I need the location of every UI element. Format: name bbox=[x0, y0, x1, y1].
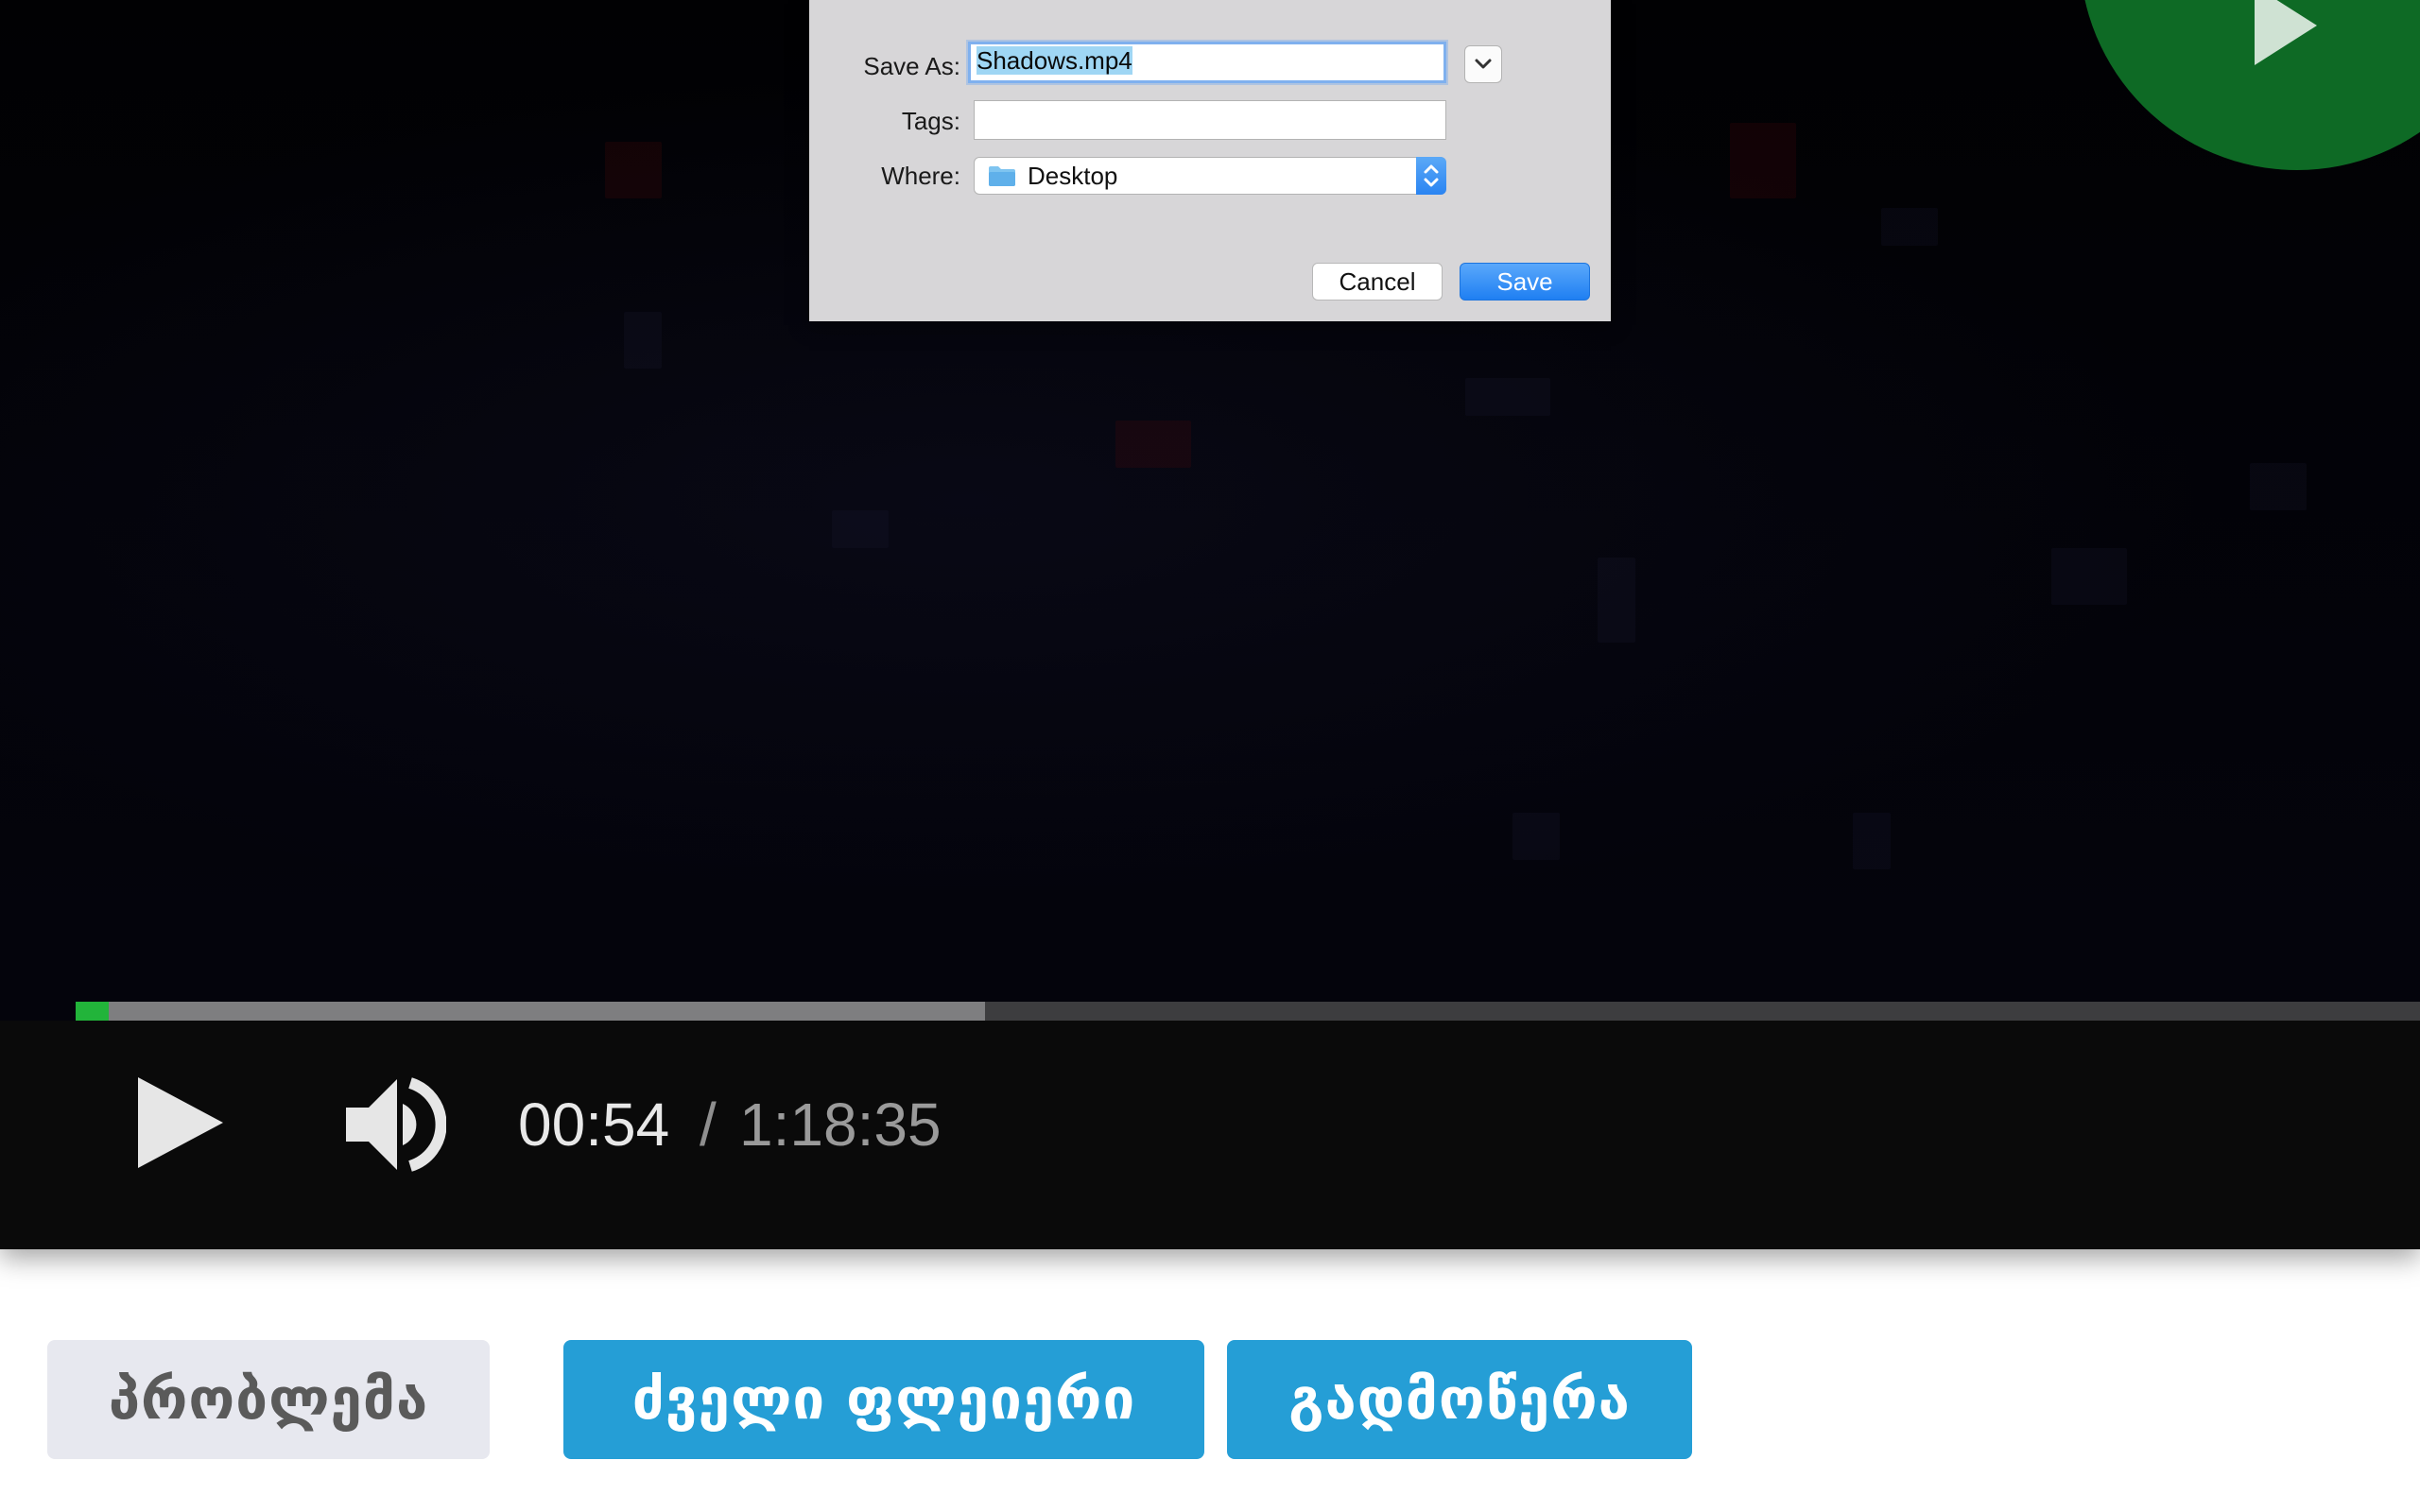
video-artifact bbox=[1730, 123, 1796, 198]
total-duration: 1:18:35 bbox=[739, 1091, 942, 1159]
play-icon bbox=[138, 1077, 223, 1168]
old-player-button[interactable]: ძველი ფლეიერი bbox=[563, 1340, 1204, 1459]
buffered-progress bbox=[76, 1002, 985, 1021]
folder-icon bbox=[989, 166, 1015, 186]
video-artifact bbox=[1853, 813, 1891, 869]
save-as-label: Save As: bbox=[863, 52, 960, 80]
save-as-input[interactable]: Shadows.mp4 bbox=[968, 42, 1446, 83]
save-dialog: Save As: Shadows.mp4 Tags: Where: Deskto… bbox=[809, 0, 1611, 321]
cancel-button[interactable]: Cancel bbox=[1312, 263, 1443, 301]
where-value: Desktop bbox=[1028, 162, 1118, 190]
video-artifact bbox=[1881, 208, 1938, 246]
download-button[interactable]: გადმოწერა bbox=[1227, 1340, 1692, 1459]
volume-button[interactable] bbox=[342, 1075, 447, 1174]
time-separator: / bbox=[700, 1091, 717, 1159]
save-button[interactable]: Save bbox=[1460, 263, 1590, 301]
tags-input[interactable] bbox=[974, 100, 1446, 140]
video-artifact bbox=[1598, 558, 1635, 643]
play-button[interactable] bbox=[132, 1077, 227, 1172]
tags-label: Tags: bbox=[901, 107, 960, 135]
big-play-icon bbox=[2255, 0, 2317, 65]
video-artifact bbox=[624, 312, 662, 369]
progress-bar[interactable] bbox=[76, 1002, 2420, 1021]
expand-dialog-button[interactable] bbox=[1464, 45, 1502, 83]
where-stepper[interactable] bbox=[1416, 157, 1446, 195]
video-artifact bbox=[1465, 378, 1550, 416]
video-artifact bbox=[2250, 463, 2307, 510]
where-select[interactable]: Desktop bbox=[974, 157, 1446, 195]
played-progress bbox=[76, 1002, 109, 1021]
video-artifact bbox=[832, 510, 889, 548]
up-down-arrows-icon bbox=[1424, 164, 1439, 187]
where-label: Where: bbox=[881, 162, 960, 190]
save-as-value: Shadows.mp4 bbox=[977, 46, 1132, 75]
video-artifact bbox=[1115, 421, 1191, 468]
volume-icon bbox=[346, 1077, 447, 1172]
video-artifact bbox=[1512, 813, 1560, 860]
video-artifact bbox=[2051, 548, 2127, 605]
chevron-down-icon bbox=[1475, 59, 1492, 69]
page: 00:54 / 1:18:35 Save As: Shadows.mp4 Tag… bbox=[0, 0, 2420, 1512]
current-time: 00:54 bbox=[518, 1091, 670, 1159]
video-artifact bbox=[605, 142, 662, 198]
report-problem-button[interactable]: პრობლემა bbox=[47, 1340, 490, 1459]
